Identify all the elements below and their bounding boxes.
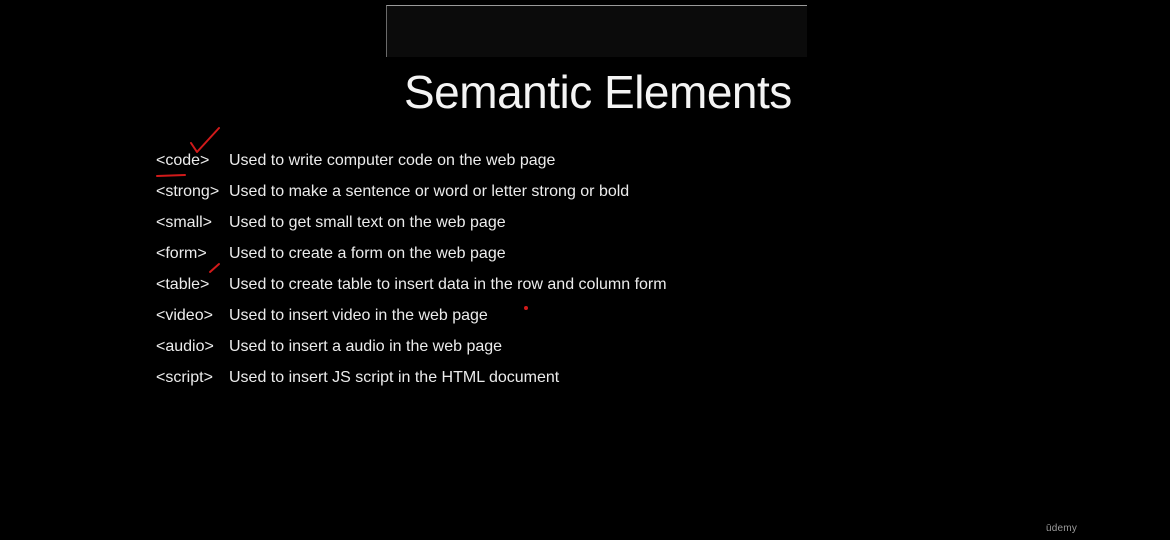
udemy-watermark: ūdemy	[1046, 523, 1078, 534]
list-item: <audio> Used to insert a audio in the we…	[156, 331, 667, 362]
list-item: <video> Used to insert video in the web …	[156, 300, 667, 331]
tag-description: Used to create table to insert data in t…	[229, 275, 667, 293]
tag-name: <form>	[156, 244, 207, 262]
list-item: <small> Used to get small text on the we…	[156, 207, 667, 238]
tag-name: <small>	[156, 213, 213, 231]
tag-name: <table>	[156, 275, 210, 293]
tag-description: Used to insert video in the web page	[229, 306, 488, 324]
tag-name: <script>	[156, 368, 213, 386]
tag-name: <strong>	[156, 182, 220, 200]
tag-description: Used to write computer code on the web p…	[229, 151, 556, 169]
tag-name: <audio>	[156, 337, 214, 355]
list-item: <code> Used to write computer code on th…	[156, 145, 667, 176]
slide-title: Semantic Elements	[404, 66, 792, 118]
top-panel	[386, 5, 807, 57]
tag-description: Used to insert a audio in the web page	[229, 337, 503, 355]
list-item: <script> Used to insert JS script in the…	[156, 362, 667, 393]
semantic-element-list: <code> Used to write computer code on th…	[156, 145, 667, 393]
tag-name: <code>	[156, 151, 210, 169]
list-item: <form> Used to create a form on the web …	[156, 238, 667, 269]
tag-description: Used to create a form on the web page	[229, 244, 506, 262]
video-frame: Semantic Elements <code> Used to write c…	[0, 0, 1170, 540]
list-item: <table> Used to create table to insert d…	[156, 269, 667, 300]
list-item: <strong> Used to make a sentence or word…	[156, 176, 667, 207]
tag-description: Used to insert JS script in the HTML doc…	[229, 368, 560, 386]
tag-name: <video>	[156, 306, 213, 324]
tag-description: Used to get small text on the web page	[229, 213, 506, 231]
tag-description: Used to make a sentence or word or lette…	[229, 182, 630, 200]
